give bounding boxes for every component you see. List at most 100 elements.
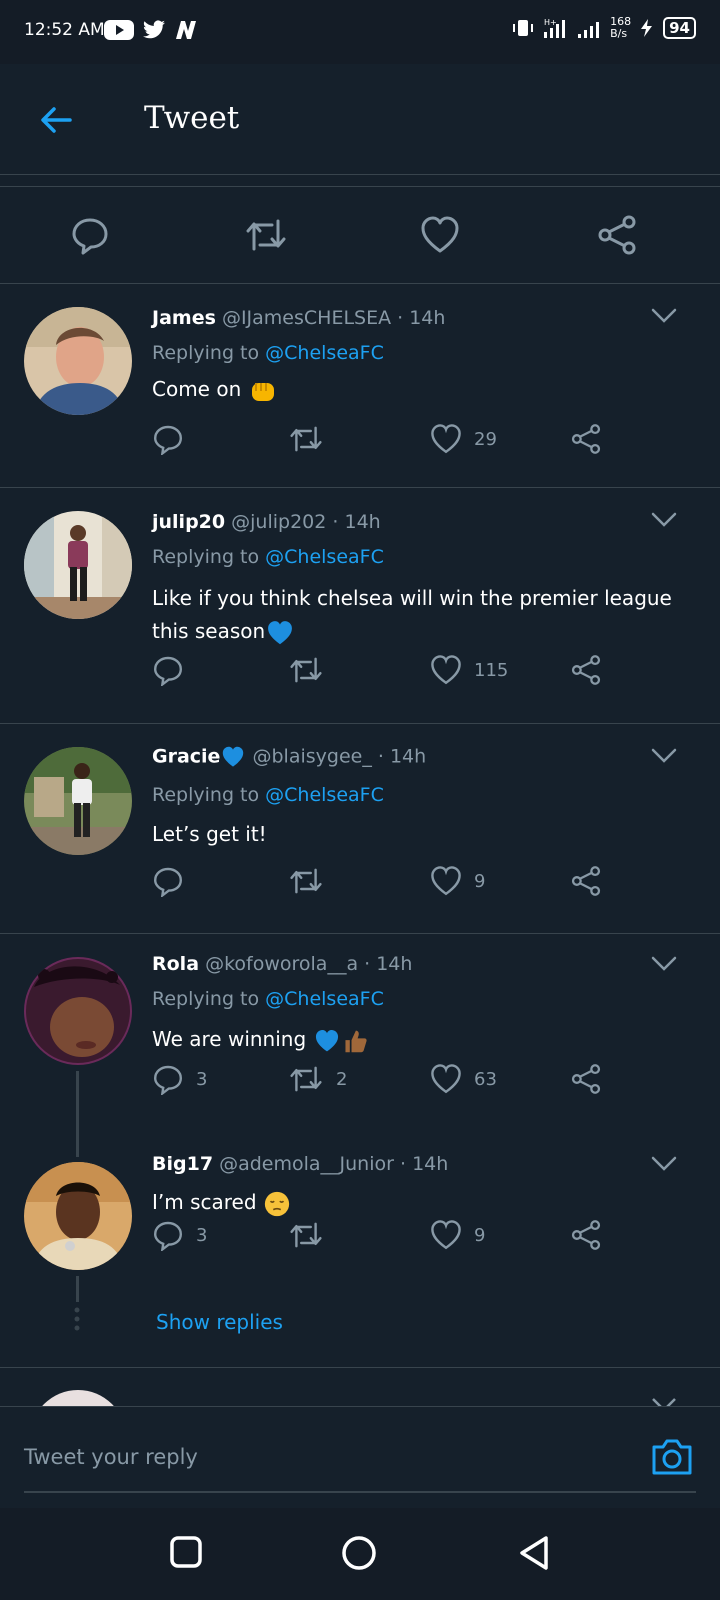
tweet-header: julip20 @julip202 · 14h (152, 511, 381, 533)
avatar[interactable] (24, 511, 132, 619)
like-heart-icon[interactable] (430, 654, 462, 686)
chevron-down-icon[interactable] (650, 1153, 678, 1173)
recents-square-icon[interactable] (168, 1534, 204, 1570)
like-action[interactable]: 9 (430, 1219, 485, 1251)
like-count: 9 (474, 870, 486, 892)
retweet-icon[interactable] (288, 1063, 324, 1095)
retweet-action[interactable]: 2 (288, 1063, 347, 1095)
reply-action[interactable]: 3 (152, 1063, 207, 1095)
like-action[interactable]: 115 (430, 654, 508, 686)
like-action[interactable]: 63 (430, 1063, 497, 1095)
user-name[interactable]: Rola (152, 953, 199, 975)
reply-tweet[interactable]: Gracie @blaisygee_ · 14h Replying to @Ch… (0, 723, 720, 934)
status-time: 12:52 AM (24, 20, 105, 40)
retweet-action[interactable] (288, 423, 336, 455)
replying-to: Replying to @ChelseaFC (152, 988, 384, 1010)
retweet-icon[interactable] (288, 423, 324, 455)
fist-emoji-icon (251, 382, 274, 401)
replying-to-link[interactable]: @ChelseaFC (265, 988, 384, 1010)
reply-action[interactable]: 3 (152, 1219, 207, 1251)
tweet-header: Big17 @ademola__Junior · 14h (152, 1153, 448, 1175)
like-count: 115 (474, 659, 509, 681)
chevron-down-icon[interactable] (650, 305, 678, 325)
back-triangle-icon[interactable] (516, 1534, 552, 1572)
user-name[interactable]: julip20 (152, 511, 225, 533)
reply-icon[interactable] (152, 865, 184, 897)
tweet-actions: 3 9 (152, 1219, 632, 1259)
share-action[interactable] (570, 654, 602, 686)
user-handle: @julip202 (231, 511, 327, 533)
share-icon[interactable] (570, 654, 602, 686)
twitter-icon (143, 20, 165, 39)
share-action[interactable] (570, 423, 602, 455)
retweet-icon[interactable] (288, 865, 324, 897)
share-action[interactable] (570, 1063, 602, 1095)
retweet-action[interactable] (288, 865, 336, 897)
reply-tweet[interactable]: James @IJamesCHELSEA · 14h Replying to @… (0, 283, 720, 488)
like-action[interactable]: 29 (430, 423, 497, 455)
thumbs-up-emoji-icon (344, 1030, 367, 1052)
chevron-down-icon[interactable] (650, 509, 678, 529)
back-arrow-icon[interactable] (36, 100, 76, 140)
share-icon[interactable] (570, 1219, 602, 1251)
app-bar: Tweet (0, 64, 720, 175)
news-n-icon (176, 21, 196, 39)
chevron-down-icon[interactable] (650, 953, 678, 973)
retweet-icon[interactable] (288, 654, 324, 686)
like-heart-icon[interactable] (430, 423, 462, 455)
tweet-text: Come on (152, 373, 692, 406)
share-icon[interactable] (596, 215, 638, 255)
avatar[interactable] (24, 1162, 132, 1270)
replying-to: Replying to @ChelseaFC (152, 546, 384, 568)
share-icon[interactable] (570, 423, 602, 455)
like-heart-icon[interactable] (430, 1219, 462, 1251)
reply-icon[interactable] (152, 423, 184, 455)
user-name[interactable]: Gracie (152, 746, 220, 768)
chevron-down-icon[interactable] (650, 745, 678, 765)
camera-icon[interactable] (650, 1437, 694, 1477)
like-heart-icon[interactable] (420, 215, 460, 255)
avatar[interactable] (24, 307, 132, 415)
reply-icon[interactable] (152, 1219, 184, 1251)
avatar (30, 1390, 126, 1406)
share-action[interactable] (570, 865, 602, 897)
vibrate-icon (513, 20, 534, 36)
retweet-action[interactable] (288, 1219, 336, 1251)
like-action[interactable]: 9 (430, 865, 485, 897)
svg-text:H+: H+ (544, 18, 557, 27)
retweet-action[interactable] (288, 654, 336, 686)
reply-action[interactable] (152, 865, 196, 897)
replying-to-link[interactable]: @ChelseaFC (265, 546, 384, 568)
user-name[interactable]: James (152, 307, 216, 329)
tweet-text: We are winning (152, 1023, 692, 1056)
retweet-icon[interactable] (244, 215, 288, 255)
tweet-actions: 29 (152, 423, 632, 463)
show-replies-link[interactable]: Show replies (156, 1310, 283, 1334)
avatar[interactable] (24, 957, 132, 1065)
like-heart-icon[interactable] (430, 865, 462, 897)
youtube-icon (104, 20, 134, 40)
reply-input[interactable]: Tweet your reply (24, 1445, 198, 1469)
reply-tweet[interactable]: julip20 @julip202 · 14h Replying to @Che… (0, 487, 720, 724)
reply-action[interactable] (152, 654, 196, 686)
thread-connector (76, 1276, 79, 1302)
retweet-icon[interactable] (288, 1219, 324, 1251)
reply-icon[interactable] (152, 654, 184, 686)
replying-to-link[interactable]: @ChelseaFC (265, 784, 384, 806)
share-icon[interactable] (570, 865, 602, 897)
like-count: 9 (474, 1224, 486, 1246)
home-circle-icon[interactable] (340, 1534, 378, 1572)
tweet-header: Rola @kofoworola__a · 14h (152, 953, 412, 975)
share-icon[interactable] (570, 1063, 602, 1095)
tweet-header: James @IJamesCHELSEA · 14h (152, 307, 445, 329)
user-name[interactable]: Big17 (152, 1153, 213, 1175)
reply-icon[interactable] (152, 1063, 184, 1095)
tweet-time: · 14h (377, 745, 427, 768)
replying-to: Replying to @ChelseaFC (152, 342, 384, 364)
reply-action[interactable] (152, 423, 196, 455)
avatar[interactable] (24, 747, 132, 855)
share-action[interactable] (570, 1219, 602, 1251)
reply-icon[interactable] (70, 215, 110, 255)
like-heart-icon[interactable] (430, 1063, 462, 1095)
replying-to-link[interactable]: @ChelseaFC (265, 342, 384, 364)
